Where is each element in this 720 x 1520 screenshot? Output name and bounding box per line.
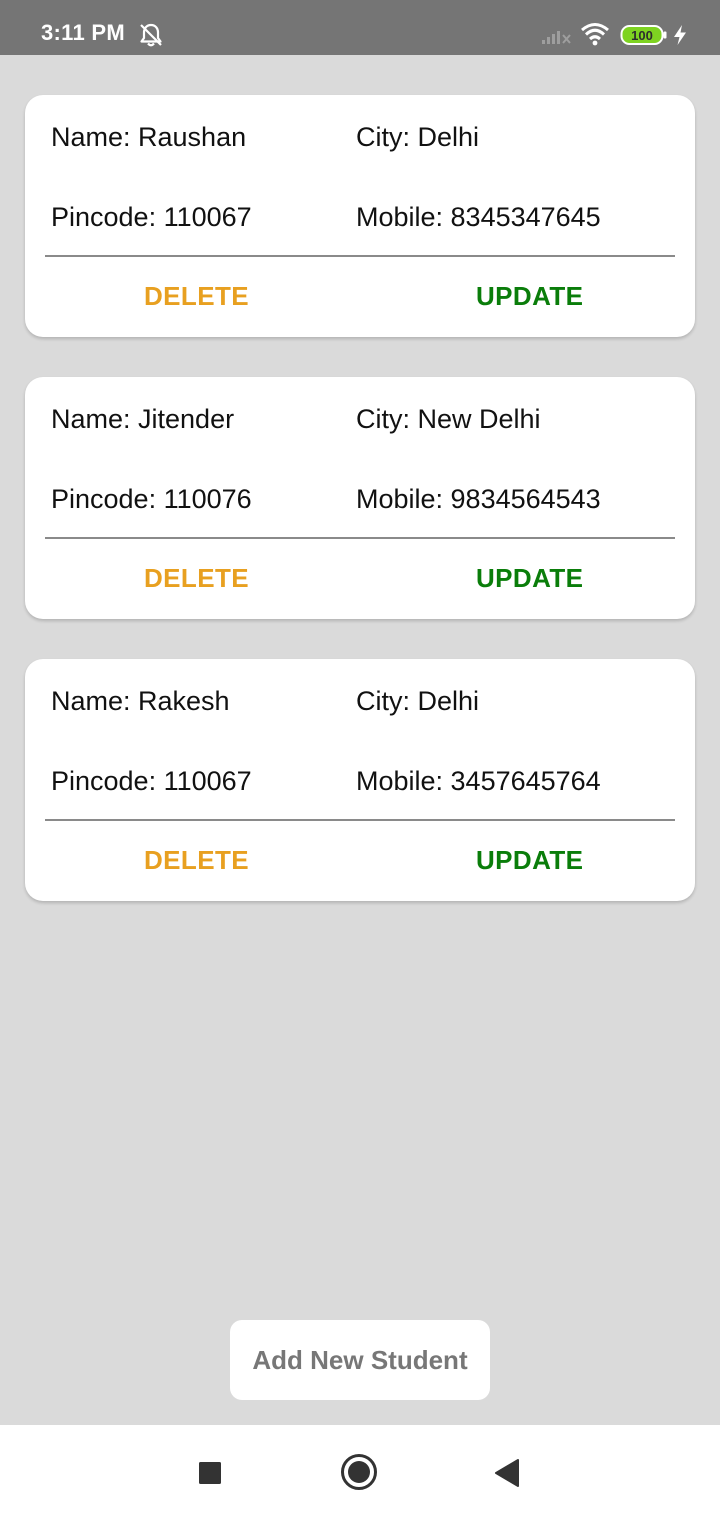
student-card: Name: Jitender City: New Delhi Pincode: …	[25, 377, 695, 619]
student-name: Name: Rakesh	[51, 686, 230, 716]
status-bar: 3:11 PM 100	[0, 0, 720, 55]
update-button[interactable]: UPDATE	[476, 845, 583, 876]
battery-icon: 100	[620, 25, 667, 45]
status-time: 3:11 PM	[41, 20, 126, 45]
student-city: City: Delhi	[356, 122, 480, 152]
signal-icon	[542, 31, 571, 44]
update-button[interactable]: UPDATE	[476, 563, 583, 594]
student-name: Name: Jitender	[51, 404, 235, 434]
student-name: Name: Raushan	[51, 122, 247, 152]
card-divider	[45, 255, 675, 257]
add-new-student-button[interactable]: Add New Student	[230, 1320, 490, 1400]
card-divider	[45, 537, 675, 539]
card-divider	[45, 819, 675, 821]
charging-bolt-icon	[674, 25, 686, 45]
student-city: City: New Delhi	[356, 404, 541, 434]
delete-button[interactable]: DELETE	[144, 563, 249, 594]
student-card: Name: Rakesh City: Delhi Pincode: 110067…	[25, 659, 695, 901]
student-mobile: Mobile: 9834564543	[356, 484, 601, 514]
battery-level: 100	[631, 28, 653, 43]
student-mobile: Mobile: 8345347645	[356, 202, 601, 232]
student-card: Name: Raushan City: Delhi Pincode: 11006…	[25, 95, 695, 337]
student-pincode: Pincode: 110067	[51, 766, 252, 796]
back-triangle-icon[interactable]	[494, 1458, 520, 1488]
wifi-icon	[581, 23, 609, 46]
bell-off-icon	[140, 23, 162, 47]
delete-button[interactable]: DELETE	[144, 281, 249, 312]
update-button[interactable]: UPDATE	[476, 281, 583, 312]
navigation-bar	[0, 1425, 720, 1520]
student-pincode: Pincode: 110076	[51, 484, 252, 514]
student-list: Name: Raushan City: Delhi Pincode: 11006…	[0, 55, 720, 1425]
home-circle-icon[interactable]	[340, 1453, 378, 1491]
student-mobile: Mobile: 3457645764	[356, 766, 601, 796]
student-city: City: Delhi	[356, 686, 480, 716]
delete-button[interactable]: DELETE	[144, 845, 249, 876]
student-pincode: Pincode: 110067	[51, 202, 252, 232]
recents-square-icon[interactable]	[198, 1461, 222, 1485]
